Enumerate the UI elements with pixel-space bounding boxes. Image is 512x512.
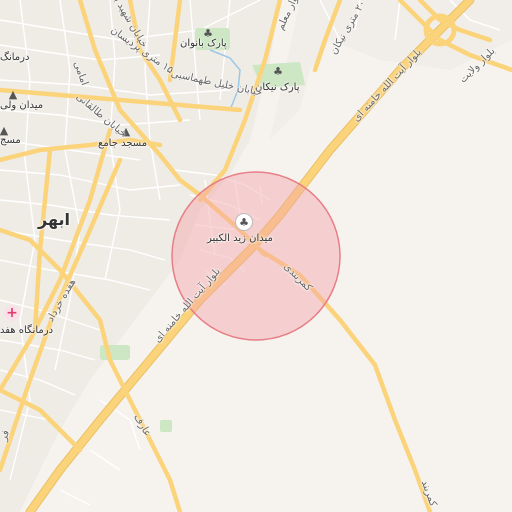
center-poi-label: میدان زید الکبیر (207, 233, 273, 244)
masjed-left-label: مسج (0, 135, 21, 146)
map-canvas[interactable]: ♣ ♣ ♣ ▲ ▲ ▲ + میدان زید الکبیر پارک بانو… (0, 0, 512, 512)
darmangah-hefdah-label: درمانگاه هفد (0, 325, 54, 336)
search-radius-circle (171, 171, 341, 341)
darmangah-top-label: درمانگ (0, 52, 30, 63)
hospital-icon[interactable]: + (4, 305, 20, 321)
tree-icon[interactable]: ♣ (270, 63, 286, 79)
park-banovan-label: پارک بانوان (180, 38, 227, 49)
city-label: ابهر (38, 210, 71, 229)
masjed-jame-label: مسجد جامع (98, 138, 148, 149)
tree-icon[interactable]: ♣ (235, 213, 253, 231)
meydan-vali-label: میدان ولی (0, 100, 44, 111)
